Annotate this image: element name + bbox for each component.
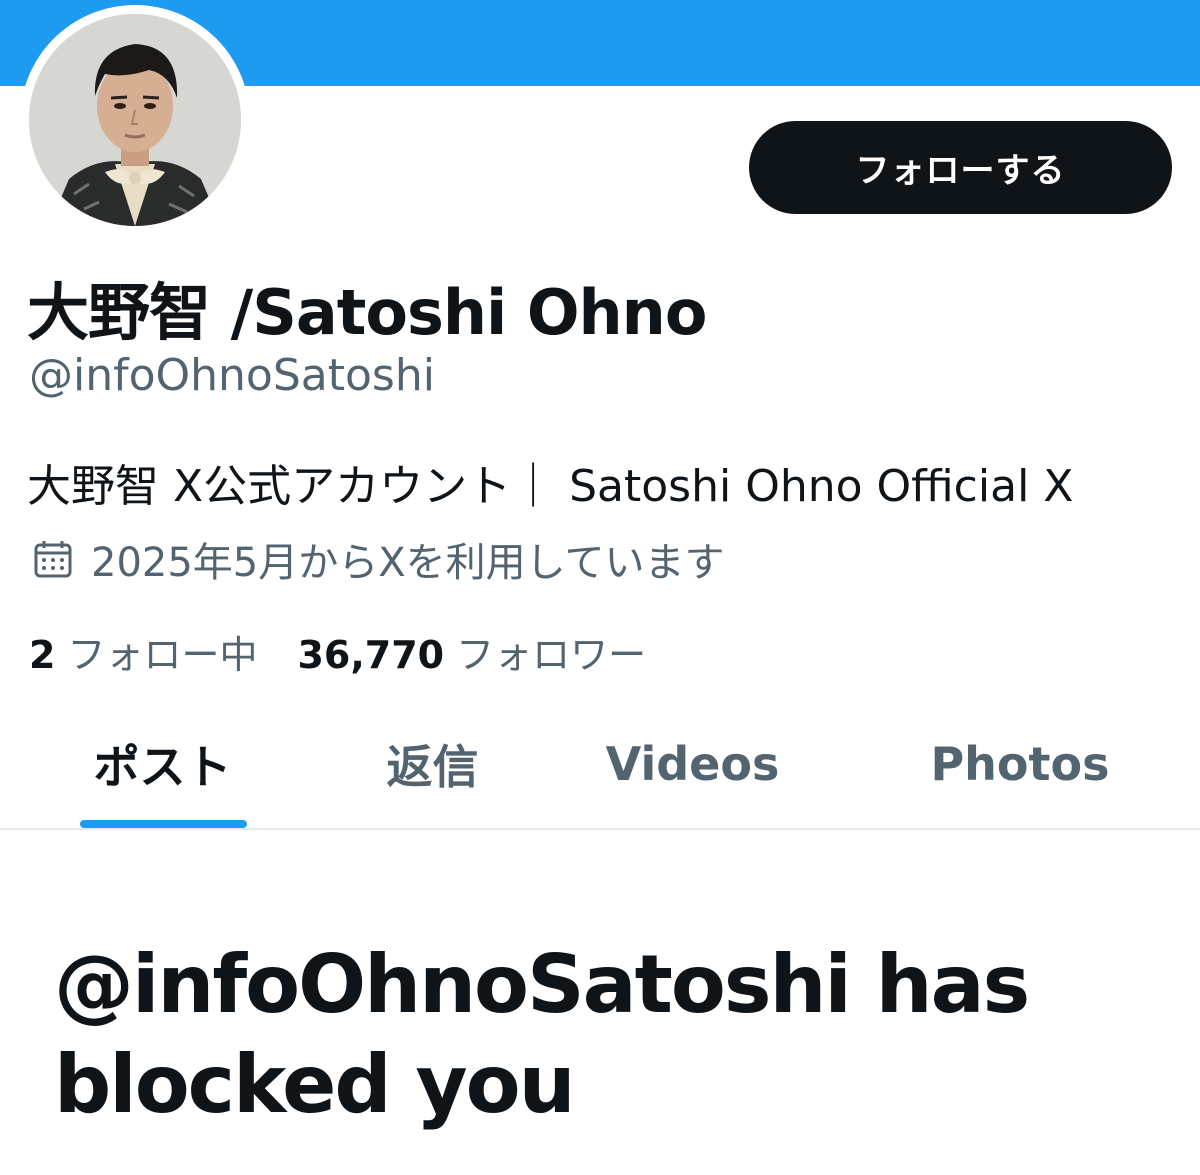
- following-link[interactable]: 2 フォロー中: [29, 624, 257, 679]
- tab-posts[interactable]: ポスト: [40, 700, 285, 828]
- avatar-portrait: [29, 14, 241, 226]
- tab-videos[interactable]: Videos: [575, 700, 810, 828]
- following-count: 2: [29, 633, 56, 677]
- active-tab-indicator: [80, 820, 247, 828]
- tab-photos[interactable]: Photos: [900, 700, 1140, 828]
- joined-text: 2025年5月からXを利用しています: [91, 540, 725, 586]
- profile-page: フォローする 大野智 /Satoshi Ohno @infoOhnoSatosh…: [0, 0, 1200, 1175]
- follow-button[interactable]: フォローする: [749, 121, 1172, 214]
- profile-stats: 2 フォロー中 36,770 フォロワー: [29, 624, 646, 679]
- tab-replies[interactable]: 返信: [330, 700, 535, 828]
- profile-bio: 大野智 X公式アカウント｜ Satoshi Ohno Official X: [27, 461, 1074, 512]
- profile-joined-date: 2025年5月からXを利用しています: [33, 532, 724, 586]
- following-label: フォロー中: [67, 633, 258, 677]
- calendar-icon: [34, 541, 72, 578]
- followers-link[interactable]: 36,770 フォロワー: [297, 624, 646, 679]
- avatar[interactable]: [29, 14, 241, 226]
- tabs-divider: [0, 828, 1200, 830]
- profile-handle: @infoOhnoSatoshi: [29, 350, 435, 401]
- profile-display-name: 大野智 /Satoshi Ohno: [27, 276, 707, 349]
- followers-label: フォロワー: [456, 633, 647, 677]
- profile-tabs: ポスト 返信 Videos Photos: [0, 700, 1200, 828]
- blocked-message: @infoOhnoSatoshi has blocked you: [54, 938, 1030, 1131]
- followers-count: 36,770: [297, 633, 445, 677]
